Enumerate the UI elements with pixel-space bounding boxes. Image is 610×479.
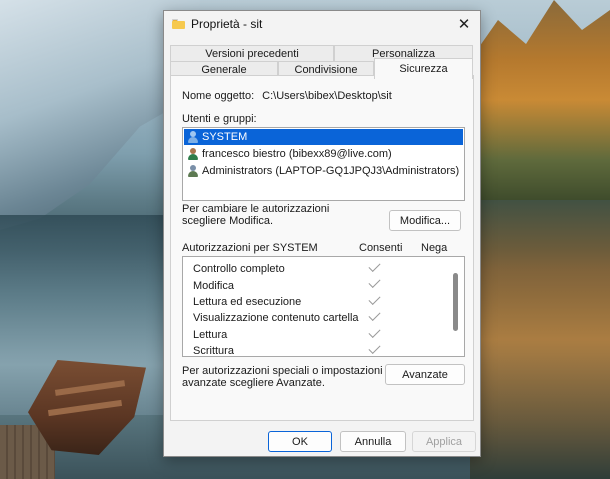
allow-check-icon <box>368 276 381 289</box>
properties-dialog: Proprietà - sit ✕ Versioni precedenti Pe… <box>163 10 481 457</box>
permission-name: Modifica <box>193 279 234 292</box>
allow-check-icon <box>368 325 381 338</box>
ok-button[interactable]: OK <box>268 431 332 452</box>
users-groups-label: Utenti e gruppi: <box>182 113 257 125</box>
cancel-button[interactable]: Annulla <box>340 431 406 452</box>
permissions-list[interactable]: Controllo completo Modifica Lettura ed e… <box>182 256 465 357</box>
security-panel: Nome oggetto: C:\Users\bibex\Desktop\sit… <box>170 75 474 421</box>
folder-icon <box>172 19 185 29</box>
wallpaper-forest-reflection <box>470 200 610 479</box>
permission-name: Lettura <box>193 328 228 341</box>
allow-check-icon <box>368 341 381 354</box>
permission-row: Scrittura <box>183 341 464 357</box>
user-name: francesco biestro (bibexx89@live.com) <box>202 148 392 160</box>
group-icon <box>187 165 199 177</box>
advanced-hint-line2: avanzate scegliere Avanzate. <box>182 377 325 389</box>
object-name-row: Nome oggetto: C:\Users\bibex\Desktop\sit <box>182 90 392 102</box>
allow-check-icon <box>368 259 381 273</box>
user-row-administrators[interactable]: Administrators (LAPTOP-GQ1JPQJ3\Administ… <box>184 163 463 179</box>
user-name: Administrators (LAPTOP-GQ1JPQJ3\Administ… <box>202 165 460 177</box>
user-row-system[interactable]: SYSTEM <box>184 129 463 145</box>
permission-name: Lettura ed esecuzione <box>193 295 302 308</box>
tab-previous-versions[interactable]: Versioni precedenti <box>170 45 334 61</box>
permission-row: Controllo completo <box>183 259 464 277</box>
title-bar[interactable]: Proprietà - sit ✕ <box>164 11 480 37</box>
modify-button[interactable]: Modifica... <box>389 210 461 231</box>
permission-name: Visualizzazione contenuto cartella <box>193 312 359 325</box>
users-list[interactable]: SYSTEM francesco biestro (bibexx89@live.… <box>182 127 465 201</box>
apply-button[interactable]: Applica <box>412 431 476 452</box>
permissions-header: Autorizzazioni per SYSTEM <box>182 242 318 254</box>
user-name: SYSTEM <box>202 131 248 143</box>
user-row-francesco[interactable]: francesco biestro (bibexx89@live.com) <box>184 146 463 162</box>
tab-security[interactable]: Sicurezza <box>374 58 473 79</box>
window-title: Proprietà - sit <box>191 17 263 31</box>
allow-check-icon <box>368 292 381 305</box>
permission-name: Scrittura <box>193 345 234 357</box>
permission-row: Lettura ed esecuzione <box>183 292 464 310</box>
system-user-icon <box>187 131 199 143</box>
deny-column-header: Nega <box>421 242 448 254</box>
permission-row: Visualizzazione contenuto cartella <box>183 309 464 326</box>
user-icon <box>187 148 199 160</box>
wallpaper-forest <box>470 0 610 200</box>
advanced-hint-line1: Per autorizzazioni speciali o impostazio… <box>182 365 383 377</box>
advanced-button[interactable]: Avanzate <box>385 364 465 385</box>
permissions-scrollbar[interactable] <box>453 273 458 331</box>
change-hint-line1: Per cambiare le autorizzazioni <box>182 203 330 215</box>
permission-row: Lettura <box>183 325 464 343</box>
object-name-value: C:\Users\bibex\Desktop\sit <box>262 90 392 102</box>
allow-column-header: Consenti <box>359 242 403 254</box>
permission-row: Modifica <box>183 276 464 293</box>
object-name-label: Nome oggetto: <box>182 90 255 102</box>
allow-check-icon <box>368 309 381 322</box>
close-button[interactable]: ✕ <box>448 11 480 37</box>
change-hint-line2: scegliere Modifica. <box>182 215 274 227</box>
permission-name: Controllo completo <box>193 263 285 276</box>
